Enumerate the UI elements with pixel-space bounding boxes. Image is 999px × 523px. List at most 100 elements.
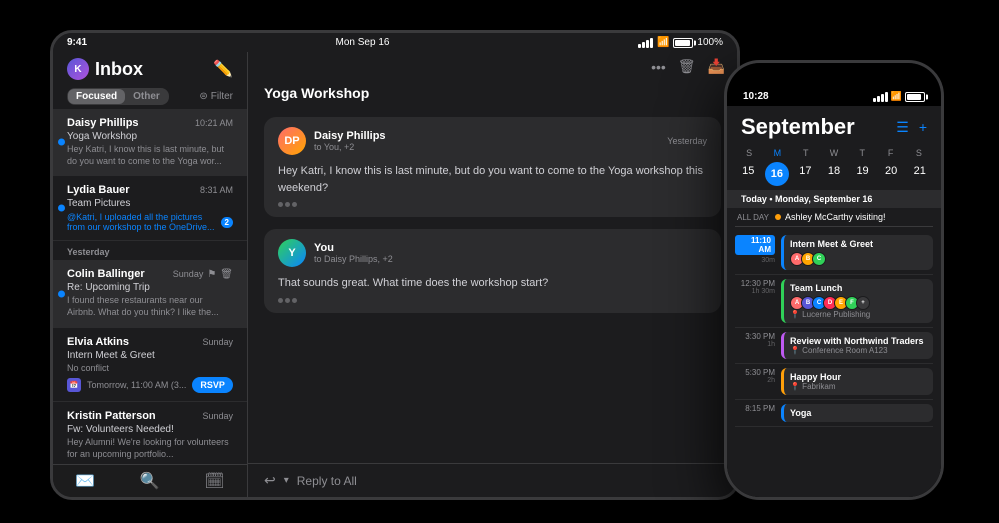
phone-notch — [789, 63, 879, 85]
cal-event-duration: 1h 30m — [735, 288, 775, 295]
list-item[interactable]: Lydia Bauer 8:31 AM Team Pictures @Katri… — [53, 176, 247, 241]
reply-icon: ↩ — [264, 472, 276, 489]
inbox-panel: K Inbox ✏️ Focused Other ⊜ Filter — [53, 52, 248, 497]
inbox-subject: Yoga Workshop — [67, 131, 233, 142]
inbox-filter-row: Focused Other ⊜ Filter — [53, 84, 247, 109]
filter-icon: ⊜ — [199, 91, 207, 102]
cal-event-row[interactable]: 11:10 AM 30m Intern Meet & Greet A B C — [735, 231, 933, 275]
inbox-sender: Daisy Phillips — [67, 117, 139, 129]
cal-event-duration: 2h — [735, 377, 775, 384]
cal-days-row: 15 16 17 18 19 20 21 — [735, 162, 933, 186]
list-item[interactable]: Elvia Atkins Sunday Intern Meet & Greet … — [53, 328, 247, 403]
list-view-icon[interactable]: ☰ — [896, 119, 909, 136]
flag-icon: ⚑ — [207, 269, 216, 280]
tab-other[interactable]: Other — [125, 89, 168, 104]
cal-event-row[interactable]: 12:30 PM 1h 30m Team Lunch A B C D E — [735, 275, 933, 328]
cal-event-row[interactable]: 8:15 PM Yoga — [735, 400, 933, 427]
cal-day[interactable]: 21 — [906, 162, 933, 186]
cal-event-body: Team Lunch A B C D E F + 📍 Lucerne Publi… — [781, 279, 933, 323]
filter-button[interactable]: ⊜ Filter — [199, 91, 233, 102]
tab-search[interactable]: 🔍 — [140, 471, 160, 491]
inbox-preview: Hey Alumni! We're looking for volunteers… — [67, 437, 233, 460]
inbox-header: K Inbox ✏️ — [53, 52, 247, 84]
cal-header: September ☰ + — [727, 106, 941, 144]
cal-event-row[interactable]: 5:30 PM 2h Happy Hour 📍 Fabrikam — [735, 364, 933, 400]
inbox-sender: Lydia Bauer — [67, 184, 130, 196]
cal-event-avatars: A B C — [790, 252, 927, 266]
scene: 9:41 Mon Sep 16 📶 100% — [0, 0, 999, 523]
cal-events: ALL DAY Ashley McCarthy visiting! 11:10 … — [727, 208, 941, 497]
cal-event-body: Review with Northwind Traders 📍 Conferen… — [781, 332, 933, 359]
cal-day[interactable]: 18 — [821, 162, 848, 186]
cal-event-row[interactable]: 3:30 PM 1h Review with Northwind Traders… — [735, 328, 933, 364]
delete-icon[interactable]: 🗑 — [678, 58, 696, 75]
signal-icon — [873, 92, 888, 102]
more-icon[interactable]: ••• — [651, 59, 666, 75]
cal-day[interactable]: 19 — [849, 162, 876, 186]
list-item[interactable]: Daisy Phillips 10:21 AM Yoga Workshop He… — [53, 109, 247, 176]
battery-icon — [673, 38, 693, 48]
inbox-time: 10:21 AM — [195, 118, 233, 128]
cal-day[interactable]: 17 — [792, 162, 819, 186]
inbox-title: Inbox — [95, 59, 143, 80]
list-item[interactable]: Kristin Patterson Sunday Fw: Volunteers … — [53, 402, 247, 464]
email-detail-toolbar: ••• 🗑 📥 — [248, 52, 737, 81]
calendar-icon: 🗓 — [204, 471, 224, 491]
cal-event-location: 📍 Fabrikam — [790, 382, 927, 391]
phone-time: 10:28 — [743, 91, 769, 102]
mini-avatar-more: + — [856, 296, 870, 310]
message-recipients: to You, +2 — [314, 142, 659, 152]
day-header: M — [763, 148, 791, 158]
inbox-list: Daisy Phillips 10:21 AM Yoga Workshop He… — [53, 109, 247, 464]
cal-event-title: Yoga — [790, 408, 927, 418]
message-avatar: DP — [278, 127, 306, 155]
cal-event-time: 3:30 PM — [735, 332, 775, 341]
list-item[interactable]: Colin Ballinger Sunday ⚑ 🗑 Re: Upcoming … — [53, 260, 247, 327]
unread-dot — [58, 139, 65, 146]
rsvp-button[interactable]: RSVP — [192, 377, 233, 393]
calendar-app: September ☰ + S M T W T F S — [727, 106, 941, 497]
message-sender-name: You — [314, 242, 707, 254]
phone-status-right: 📶 — [873, 91, 925, 102]
cal-day[interactable]: 20 — [878, 162, 905, 186]
search-icon: 🔍 — [140, 471, 160, 491]
mention-badge: 2 — [221, 217, 233, 228]
phone: 10:28 📶 September — [724, 60, 944, 500]
cal-event-time-col: 11:10 AM 30m — [735, 235, 775, 270]
cal-event-duration: 1h — [735, 341, 775, 348]
tab-mail[interactable]: ✉️ — [75, 471, 95, 491]
cal-day-today[interactable]: 16 — [765, 162, 789, 186]
message-meta: You to Daisy Phillips, +2 — [314, 242, 707, 264]
inbox-avatar: K — [67, 58, 89, 80]
wifi-icon: 📶 — [657, 37, 669, 48]
inbox-preview: No conflict — [67, 363, 233, 375]
battery-icon — [905, 92, 925, 102]
cal-event-duration: 30m — [735, 257, 775, 264]
all-day-dot — [775, 214, 781, 220]
add-event-icon[interactable]: + — [919, 119, 927, 135]
inbox-sender: Elvia Atkins — [67, 336, 129, 348]
cal-event-body: Intern Meet & Greet A B C — [781, 235, 933, 270]
archive-icon[interactable]: 📥 — [708, 58, 725, 75]
email-detail: ••• 🗑 📥 Yoga Workshop DP Daisy Phillips — [248, 52, 737, 497]
message-sender-name: Daisy Phillips — [314, 130, 659, 142]
mention-preview: @Katri, I uploaded all the pictures from… — [67, 212, 215, 232]
signal-icon — [638, 38, 653, 48]
inbox-time: 8:31 AM — [200, 185, 233, 195]
cal-event-location: 📍 Conference Room A123 — [790, 346, 927, 355]
all-day-label: ALL DAY — [735, 213, 775, 222]
cal-header-icons: ☰ + — [896, 119, 927, 136]
compose-button[interactable]: ✏️ — [213, 59, 233, 79]
cal-event-time-col: 3:30 PM 1h — [735, 332, 775, 359]
reply-bar[interactable]: ↩ ▾ Reply to All — [248, 463, 737, 497]
email-subject: Yoga Workshop — [248, 81, 737, 109]
tab-focused[interactable]: Focused — [68, 89, 125, 104]
tab-calendar[interactable]: 🗓 — [204, 471, 224, 491]
cal-day[interactable]: 15 — [735, 162, 762, 186]
tablet-status-right: 📶 100% — [638, 37, 723, 48]
message-bubble: DP Daisy Phillips to You, +2 Yesterday H… — [264, 117, 721, 217]
cal-month: September — [741, 114, 855, 140]
inbox-time: Sunday — [202, 337, 233, 347]
today-label: Today • Monday, September 16 — [727, 190, 941, 208]
filter-label: Filter — [211, 91, 233, 102]
